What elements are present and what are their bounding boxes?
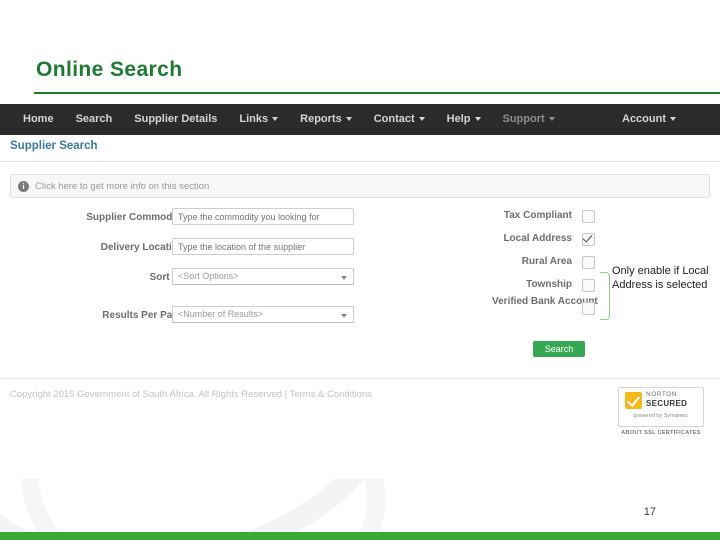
nav-item-label: Supplier Details [134, 113, 218, 125]
supplier-commodity-input[interactable] [172, 208, 354, 225]
norton-badge-top: NORTON SECURED [619, 388, 701, 413]
info-banner[interactable]: i Click here to get more info on this se… [10, 174, 710, 198]
checkbox-row-local-address: Local Address [470, 231, 600, 254]
slide: Online Search Home Search Supplier Detai… [0, 0, 720, 540]
title-divider [34, 92, 720, 94]
norton-secured-badge[interactable]: NORTON SECURED powered by Symantec [618, 387, 704, 427]
tax-compliant-checkbox[interactable] [582, 210, 595, 223]
norton-badge-powered-by: powered by Symantec [633, 413, 689, 419]
navbar-items: Home Search Supplier Details Links Repor… [12, 104, 566, 135]
footer-divider [0, 378, 720, 379]
field-delivery-location: Delivery Location [0, 238, 370, 268]
nav-item-label: Links [239, 113, 269, 125]
field-label: Supplier Commodity [86, 212, 184, 223]
sort-by-value: <Sort Options> [178, 271, 239, 281]
bottom-accent-bar [0, 532, 720, 540]
nav-item-label: Reports [300, 113, 342, 125]
checkbox-row-rural-area: Rural Area [470, 254, 600, 277]
checkbox-row-tax-compliant: Tax Compliant [470, 208, 600, 231]
annotation-bracket [600, 272, 610, 320]
nav-item-support[interactable]: Support [492, 104, 566, 135]
page-header: Supplier Search [0, 135, 720, 162]
search-form: Supplier Commodity Delivery Location Sor… [0, 208, 370, 336]
chevron-down-icon [548, 117, 555, 122]
nav-item-reports[interactable]: Reports [289, 104, 363, 135]
verified-bank-account-checkbox[interactable] [582, 302, 595, 315]
checkbox-label: Local Address [503, 233, 572, 244]
results-per-page-select[interactable]: <Number of Results> [172, 306, 354, 323]
nav-item-help[interactable]: Help [436, 104, 492, 135]
checkbox-label: Rural Area [521, 256, 572, 267]
checkbox-label: Township [526, 279, 572, 290]
application-screenshot: Home Search Supplier Details Links Repor… [0, 104, 720, 479]
norton-badge-caption: ABOUT SSL CERTIFICATES [621, 430, 701, 436]
section-title: Supplier Search [10, 140, 98, 152]
annotation-text: Only enable if Local Address is selected [612, 265, 709, 291]
field-sort-by: Sort by <Sort Options> [0, 268, 370, 306]
navbar: Home Search Supplier Details Links Repor… [0, 104, 720, 135]
filter-checkboxes: Tax Compliant Local Address Rural Area T… [470, 208, 600, 330]
slide-page-number: 17 [643, 506, 656, 518]
nav-item-label: Help [446, 113, 471, 125]
delivery-location-input[interactable] [172, 238, 354, 255]
rural-area-checkbox[interactable] [582, 256, 595, 269]
search-button[interactable]: Search [533, 341, 585, 357]
page-title: Online Search [36, 58, 183, 81]
checkbox-label: Tax Compliant [503, 210, 572, 221]
chevron-down-icon [341, 314, 347, 318]
nav-item-label: Account [622, 113, 666, 125]
info-icon: i [18, 180, 29, 192]
nav-item-links[interactable]: Links [228, 104, 289, 135]
field-results-per-page: Results Per Page <Number of Results> [0, 306, 370, 336]
checkbox-label: Verified Bank Account [492, 296, 598, 307]
field-supplier-commodity: Supplier Commodity [0, 208, 370, 238]
results-per-page-value: <Number of Results> [178, 309, 264, 319]
nav-item-search[interactable]: Search [65, 104, 124, 135]
nav-item-home[interactable]: Home [12, 104, 65, 135]
info-banner-text: Click here to get more info on this sect… [35, 180, 210, 192]
nav-item-label: Search [75, 113, 113, 125]
chevron-down-icon [341, 276, 347, 280]
chevron-down-icon [272, 117, 279, 122]
chevron-down-icon [474, 117, 481, 122]
check-icon [625, 392, 642, 409]
footer-copyright: Copyright 2015 Government of South Afric… [10, 389, 372, 400]
nav-item-supplier-details[interactable]: Supplier Details [123, 104, 228, 135]
nav-item-label: Home [23, 113, 54, 125]
nav-item-account[interactable]: Account [622, 104, 676, 135]
chevron-down-icon [670, 117, 676, 122]
chevron-down-icon [345, 117, 352, 122]
sort-by-select[interactable]: <Sort Options> [172, 268, 354, 285]
local-address-checkbox[interactable] [582, 233, 595, 246]
norton-badge-line2: SECURED [646, 399, 688, 408]
chevron-down-icon [418, 117, 425, 122]
nav-item-contact[interactable]: Contact [363, 104, 436, 135]
township-checkbox[interactable] [582, 279, 595, 292]
norton-badge-line1: NORTON [646, 391, 677, 398]
nav-item-label: Support [502, 113, 545, 125]
checkbox-row-verified-bank-account: Verified Bank Account [470, 296, 600, 330]
nav-item-label: Contact [373, 113, 415, 125]
